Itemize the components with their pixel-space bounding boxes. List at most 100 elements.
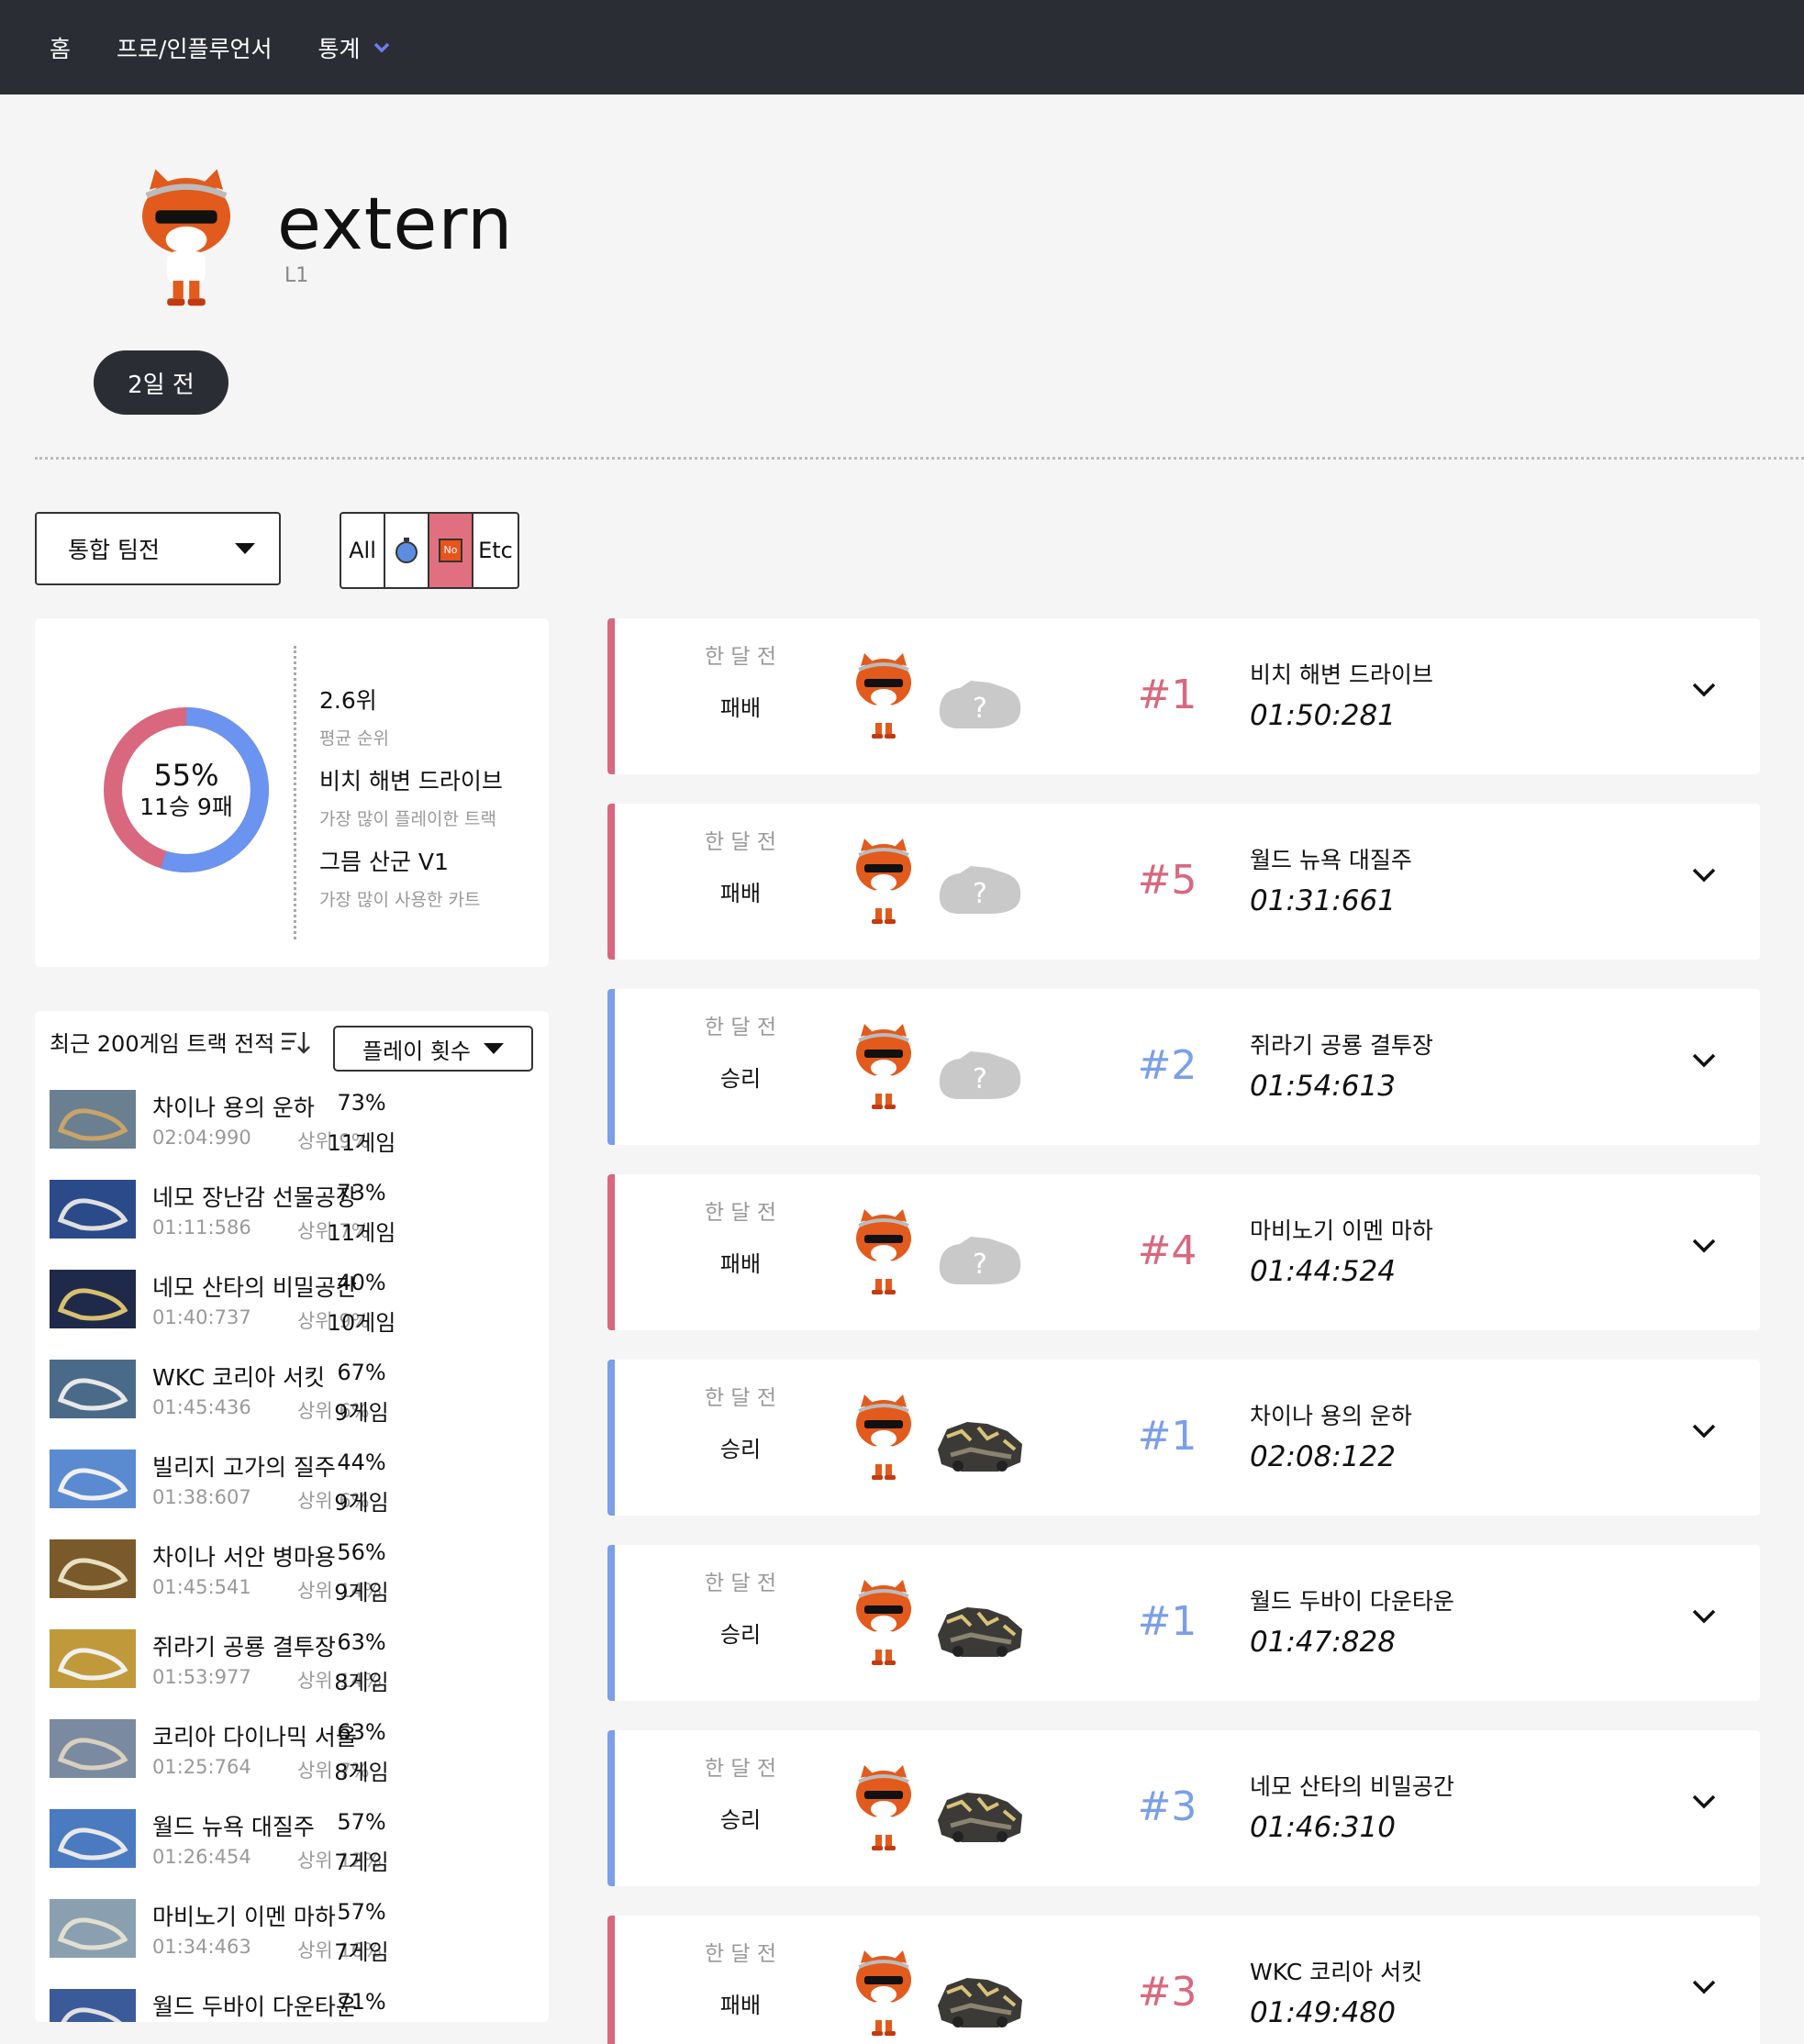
track-row[interactable]: 마비노기 이멘 마하 01:34:463 상위 16% 57% 7게임 (50, 1890, 536, 1980)
chevron-down-icon[interactable] (1690, 1793, 1718, 1811)
track-record-title: 최근 200게임 트랙 전적 (50, 1031, 275, 1057)
chevron-down-icon[interactable] (1690, 1978, 1718, 1996)
track-best-time: 01:45:436 (152, 1396, 251, 1418)
item-box-icon: No (439, 539, 462, 562)
track-row[interactable]: 월드 두바이 다운타운 71% (50, 1980, 536, 2022)
chevron-down-icon[interactable] (1690, 866, 1718, 884)
match-result: 패배 (719, 1993, 762, 2018)
filter-etc-button[interactable]: Etc (473, 514, 518, 587)
match-time-ago: 한 달 전 (704, 1942, 777, 1966)
avg-rank-value: 2.6위 (319, 687, 377, 714)
track-row[interactable]: 차이나 서안 병마용 01:45:541 상위 14% 56% 9게임 (50, 1530, 536, 1620)
track-games-count: 7게임 (334, 1939, 389, 1965)
match-record-time: 01:47:828 (1250, 1626, 1396, 1659)
match-card[interactable]: 한 달 전 패배 #3 WKC 코리아 서킷 01:49:480 (607, 1916, 1760, 2044)
match-track-name: WKC 코리아 서킷 (1250, 1959, 1423, 1985)
track-row[interactable]: 네모 장난감 선물공장 01:11:586 상위 7% 73% 11게임 (50, 1171, 536, 1261)
character-avatar (852, 1761, 916, 1853)
filter-item-button[interactable]: No (429, 514, 473, 587)
track-best-time: 01:45:541 (152, 1576, 251, 1598)
track-thumbnail (50, 1450, 136, 1508)
character-avatar (852, 1391, 916, 1483)
track-row[interactable]: 빌리지 고가의 질주 01:38:607 상위 6% 44% 9게임 (50, 1440, 536, 1530)
track-record-panel: 최근 200게임 트랙 전적 플레이 횟수 차이나 용의 운하 02:04:990… (35, 1011, 549, 2022)
match-card[interactable]: 한 달 전 승리 #1 차이나 용의 운하 02:08:122 (607, 1360, 1760, 1516)
win-rate-percent: 55% (153, 758, 219, 793)
match-card[interactable]: 한 달 전 승리 #2 쥐라기 공룡 결투장 01:54:613 (607, 989, 1760, 1145)
nav-stats-label: 통계 (317, 35, 361, 62)
dropdown-arrow-icon (484, 1043, 505, 1054)
last-active-badge[interactable]: 2일 전 (94, 350, 228, 415)
dropdown-arrow-icon (235, 543, 255, 554)
match-time-ago: 한 달 전 (704, 645, 777, 669)
match-track-name: 쥐라기 공룡 결투장 (1250, 1032, 1433, 1059)
chevron-down-icon[interactable] (1690, 1607, 1718, 1626)
track-thumbnail (50, 1539, 136, 1598)
nav-stats[interactable]: 통계 (317, 31, 391, 64)
kart-icon (934, 1969, 1026, 2033)
chevron-down-icon[interactable] (1690, 1237, 1718, 1255)
character-avatar (852, 1205, 916, 1297)
match-card[interactable]: 한 달 전 승리 #3 네모 산타의 비밀공간 01:46:310 (607, 1730, 1760, 1886)
match-result: 승리 (719, 1437, 762, 1462)
match-rank: #1 (1137, 1413, 1197, 1460)
kart-icon (934, 1042, 1026, 1106)
chevron-down-icon[interactable] (1690, 681, 1718, 699)
track-row[interactable]: WKC 코리아 서킷 01:45:436 상위 6% 67% 9게임 (50, 1350, 536, 1440)
nav-pro[interactable]: 프로/인플루언서 (117, 31, 272, 64)
track-row[interactable]: 차이나 용의 운하 02:04:990 상위 9% 73% 11게임 (50, 1081, 536, 1171)
top-kart-value: 그믐 산군 V1 (319, 849, 449, 875)
section-divider (35, 457, 1804, 460)
track-best-time: 01:11:586 (152, 1216, 251, 1239)
top-track-stat: 비치 해변 드라이브 가장 많이 플레이한 트랙 (319, 763, 503, 830)
track-win-rate: 73% (337, 1180, 386, 1205)
track-row[interactable]: 네모 산타의 비밀공간 01:40:737 상위 9% 40% 10게임 (50, 1261, 536, 1350)
stopwatch-icon (395, 538, 418, 563)
match-time-ago: 한 달 전 (704, 1016, 777, 1039)
filter-speed-button[interactable] (385, 514, 429, 587)
chevron-down-icon[interactable] (1690, 1051, 1718, 1070)
result-color-bar (607, 618, 615, 774)
track-thumbnail (50, 1090, 136, 1149)
match-record-time: 01:44:524 (1250, 1255, 1396, 1288)
track-games-count: 11게임 (327, 1130, 396, 1156)
match-track-name: 비치 해변 드라이브 (1250, 661, 1433, 688)
result-color-bar (607, 1916, 615, 2044)
result-color-bar (607, 989, 615, 1145)
summary-card: 55% 11승 9패 2.6위 평균 순위 비치 해변 드라이브 가장 많이 플… (35, 618, 549, 967)
track-best-time: 01:25:764 (152, 1756, 251, 1778)
match-card[interactable]: 한 달 전 승리 #1 월드 두바이 다운타운 01:47:828 (607, 1545, 1760, 1701)
nav-home[interactable]: 홈 (50, 31, 71, 64)
kart-icon (934, 1228, 1026, 1292)
track-row[interactable]: 월드 뉴욕 대질주 01:26:454 상위 12% 57% 7게임 (50, 1800, 536, 1890)
track-sort-select[interactable]: 플레이 횟수 (333, 1026, 533, 1072)
track-win-rate: 40% (337, 1270, 386, 1295)
track-thumbnail (50, 1719, 136, 1778)
character-avatar (852, 650, 916, 741)
match-rank: #3 (1137, 1783, 1197, 1830)
match-card[interactable]: 한 달 전 패배 #5 월드 뉴욕 대질주 01:31:661 (607, 804, 1760, 960)
match-card[interactable]: 한 달 전 패배 #4 마비노기 이멘 마하 01:44:524 (607, 1174, 1760, 1330)
match-result: 승리 (719, 1622, 762, 1648)
match-result: 승리 (719, 1807, 762, 1833)
track-best-time: 01:34:463 (152, 1936, 251, 1958)
track-row[interactable]: 코리아 다이나믹 서울 01:25:764 상위 7% 63% 8게임 (50, 1710, 536, 1800)
match-card[interactable]: 한 달 전 패배 #1 비치 해변 드라이브 01:50:281 (607, 618, 1760, 774)
filter-all-button[interactable]: All (341, 514, 385, 587)
track-games-count: 8게임 (334, 1670, 389, 1695)
chevron-down-icon[interactable] (1690, 1422, 1718, 1440)
track-win-rate: 71% (337, 1989, 386, 2015)
top-kart-label: 가장 많이 사용한 카트 (319, 890, 481, 910)
profile-name: extern (277, 183, 514, 266)
sort-icon[interactable] (280, 1028, 311, 1056)
track-win-rate: 57% (337, 1809, 386, 1835)
track-thumbnail (50, 1809, 136, 1868)
mode-select[interactable]: 통합 팀전 (35, 512, 281, 585)
top-kart-stat: 그믐 산군 V1 가장 많이 사용한 카트 (319, 844, 480, 911)
match-result: 패배 (719, 1251, 762, 1277)
mode-select-value: 통합 팀전 (68, 537, 160, 563)
kart-icon (934, 672, 1026, 736)
track-row[interactable]: 쥐라기 공룡 결투장 01:53:977 상위 14% 63% 8게임 (50, 1620, 536, 1710)
match-result: 패배 (719, 695, 762, 721)
chevron-down-icon (374, 42, 390, 52)
